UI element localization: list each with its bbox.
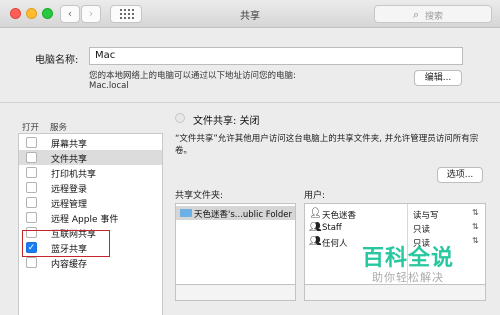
user-name: 任何人 [322, 239, 348, 249]
computer-name-label: 电脑名称: [35, 55, 79, 66]
column-header-service: 服务 [50, 123, 68, 133]
service-row-remote-login[interactable]: 远程登录 [19, 180, 162, 195]
folder-icon [180, 209, 192, 217]
service-label: 远程 Apple 事件 [51, 215, 119, 225]
service-checkbox[interactable] [26, 167, 37, 178]
single-user-icon: 👤︎ [309, 208, 322, 219]
search-input[interactable]: ⌕ 搜索 [374, 5, 492, 23]
user-row[interactable]: 👤︎ 天色迷香 读与写 ⇅ [305, 207, 485, 221]
service-row-printer-sharing[interactable]: 打印机共享 [19, 165, 162, 180]
service-checkbox[interactable] [26, 257, 37, 268]
service-row-content-caching[interactable]: 内容缓存 [19, 255, 162, 270]
service-label: 远程管理 [51, 200, 88, 210]
service-label: 屏幕共享 [51, 140, 88, 150]
user-permission[interactable]: 读与写 [413, 209, 439, 221]
service-label: 文件共享 [51, 155, 88, 165]
shared-folders-header: 共享文件夹: [175, 191, 224, 201]
service-checkbox[interactable] [26, 197, 37, 208]
highlight-annotation-box [22, 230, 110, 257]
network-address-note: 您的本地网络上的电脑可以通过以下地址访问您的电脑: [89, 71, 296, 81]
search-placeholder: 搜索 [425, 12, 444, 22]
user-name: Staff [322, 223, 342, 233]
computer-name-input[interactable]: Mac [89, 47, 463, 65]
group-icon: 👥︎ [309, 222, 322, 233]
watermark-title: 百科全说 [362, 246, 455, 271]
stepper-arrows-icon[interactable]: ⇅ [472, 222, 479, 231]
edit-button[interactable]: 编辑... [414, 70, 462, 86]
service-checkbox[interactable] [26, 137, 37, 148]
stepper-arrows-icon[interactable]: ⇅ [472, 236, 479, 245]
service-label: 内容缓存 [51, 260, 88, 270]
service-checkbox[interactable] [26, 212, 37, 223]
everyone-icon: 👥︎ [309, 236, 322, 247]
shared-folder-name: 天色迷香's...ublic Folder [194, 210, 293, 220]
shared-folder-row[interactable]: 天色迷香's...ublic Folder [176, 206, 295, 220]
user-permission[interactable]: 只读 [413, 223, 430, 235]
service-row-file-sharing[interactable]: 文件共享 [19, 150, 162, 165]
column-header-on: 打开 [22, 123, 40, 133]
service-status: 文件共享: 关闭 [193, 116, 260, 127]
shared-folders-list: 天色迷香's...ublic Folder [175, 203, 296, 285]
service-checkbox[interactable] [26, 182, 37, 193]
options-button[interactable]: 选项... [437, 167, 483, 183]
service-description: “文件共享”允许其他用户访问这台电脑上的共享文件夹, 并允许管理员访问所有宗卷。 [175, 134, 479, 156]
user-row[interactable]: 👥︎ Staff 只读 ⇅ [305, 221, 485, 235]
stepper-arrows-icon[interactable]: ⇅ [472, 208, 479, 217]
service-row-remote-apple-events[interactable]: 远程 Apple 事件 [19, 210, 162, 225]
watermark-subtitle: 助你轻松解决 [372, 271, 444, 284]
user-name: 天色迷香 [322, 211, 357, 221]
watermark: 百科全说 助你轻松解决 [346, 240, 466, 290]
service-checkbox[interactable] [26, 152, 37, 163]
status-indicator-icon [175, 113, 185, 123]
search-icon: ⌕ [413, 8, 420, 21]
service-row-remote-management[interactable]: 远程管理 [19, 195, 162, 210]
shared-folders-add-remove-bar[interactable] [175, 285, 296, 301]
service-label: 打印机共享 [51, 170, 97, 180]
users-header: 用户: [304, 191, 326, 201]
service-label: 远程登录 [51, 185, 88, 195]
local-address: Mac.local [89, 81, 129, 91]
service-row-screen-sharing[interactable]: 屏幕共享 [19, 135, 162, 150]
title-bar: ‹ › 共享 ⌕ 搜索 [0, 0, 500, 28]
service-list: 屏幕共享 文件共享 打印机共享 远程登录 远程管理 远程 Apple 事件 互联… [18, 133, 163, 315]
